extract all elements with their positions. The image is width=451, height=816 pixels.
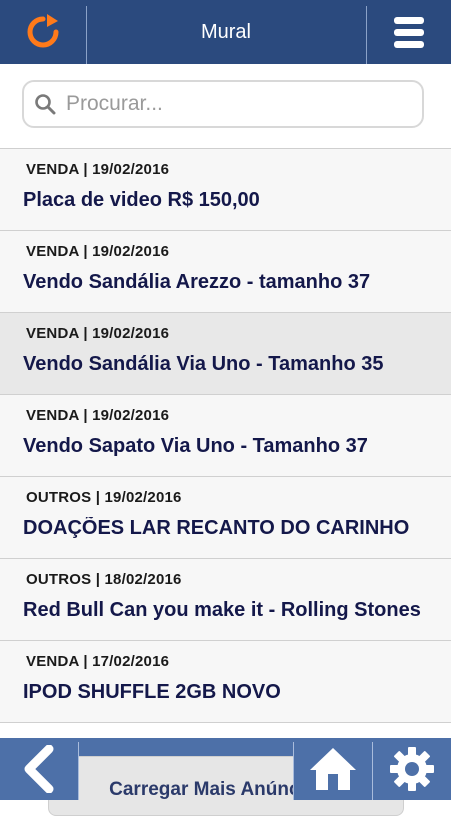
listing-title: IPOD SHUFFLE 2GB NOVO: [23, 681, 281, 703]
footer-divider: [78, 742, 79, 800]
listing-meta: VENDA | 19/02/2016: [26, 325, 170, 342]
listing-title: Vendo Sandália Arezzo - tamanho 37: [23, 271, 371, 293]
listing-title: DOAÇÕES LAR RECANTO DO CARINHO: [23, 517, 410, 539]
menu-button[interactable]: [367, 0, 451, 64]
page-title: Mural: [200, 20, 251, 43]
listing-meta: VENDA | 17/02/2016: [26, 653, 170, 670]
list-item[interactable]: VENDA | 17/02/2016 IPOD SHUFFLE 2GB NOVO: [0, 641, 451, 723]
home-button[interactable]: [294, 738, 372, 800]
search-input[interactable]: [66, 92, 406, 116]
search-box[interactable]: [22, 80, 424, 128]
list-item[interactable]: VENDA | 19/02/2016 Vendo Sapato Via Uno …: [0, 395, 451, 477]
top-app-bar: Mural: [0, 0, 451, 64]
refresh-icon: [27, 14, 59, 48]
list-item[interactable]: VENDA | 19/02/2016 Placa de video R$ 150…: [0, 149, 451, 231]
back-arrow-icon: [24, 745, 54, 793]
listing-meta: VENDA | 19/02/2016: [26, 243, 170, 260]
hamburger-menu-icon: [394, 16, 424, 48]
listing-title: Red Bull Can you make it - Rolling Stone…: [23, 599, 421, 621]
home-icon: [310, 748, 356, 790]
listing-title: Placa de video R$ 150,00: [23, 189, 260, 211]
list-item[interactable]: VENDA | 19/02/2016 Vendo Sandália Via Un…: [0, 313, 451, 395]
listing-meta: VENDA | 19/02/2016: [26, 161, 170, 178]
list-item[interactable]: VENDA | 19/02/2016 Vendo Sandália Arezzo…: [0, 231, 451, 313]
settings-button[interactable]: [373, 738, 451, 800]
search-section: [0, 64, 451, 149]
refresh-button[interactable]: [0, 0, 86, 64]
listing-meta: OUTROS | 18/02/2016: [26, 571, 182, 588]
listing-meta: OUTROS | 19/02/2016: [26, 489, 182, 506]
back-button[interactable]: [0, 738, 78, 800]
listing-list: VENDA | 19/02/2016 Placa de video R$ 150…: [0, 149, 451, 723]
search-icon: [24, 93, 66, 115]
listing-title: Vendo Sandália Via Uno - Tamanho 35: [23, 353, 384, 375]
settings-gear-icon: [390, 747, 434, 791]
list-item[interactable]: OUTROS | 18/02/2016 Red Bull Can you mak…: [0, 559, 451, 641]
listing-meta: VENDA | 19/02/2016: [26, 407, 170, 424]
list-item[interactable]: OUTROS | 19/02/2016 DOAÇÕES LAR RECANTO …: [0, 477, 451, 559]
bottom-nav-bar: Carregar Mais Anúncios...: [0, 738, 451, 816]
listing-title: Vendo Sapato Via Uno - Tamanho 37: [23, 435, 368, 457]
